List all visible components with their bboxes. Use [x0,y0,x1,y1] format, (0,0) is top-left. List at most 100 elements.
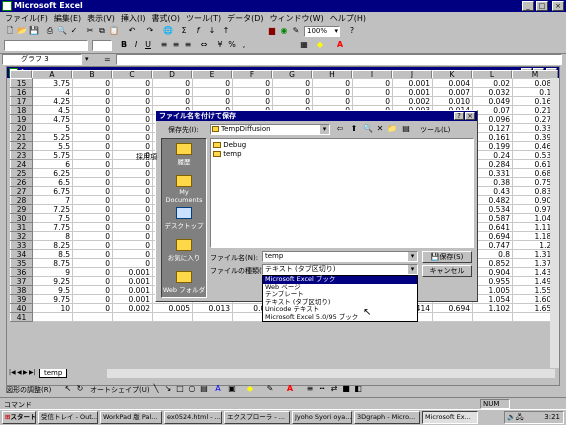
cell[interactable]: 4.5 [32,105,73,115]
cell[interactable]: 0.013 [192,303,233,313]
underline-icon[interactable]: U [142,39,154,51]
cell[interactable]: 8.75 [32,258,73,268]
row-header[interactable]: 41 [10,312,33,322]
cell[interactable]: 5 [32,123,73,133]
redo-icon[interactable]: ↷ [144,25,156,37]
line-icon[interactable]: ╲ [150,383,162,395]
cell[interactable]: 0 [112,195,153,205]
cell[interactable]: 0 [72,276,113,286]
align-center-icon[interactable]: ≡ [170,39,182,51]
cell[interactable]: 0 [72,231,113,241]
font-select[interactable] [4,40,88,51]
cell[interactable]: 0.001 [112,285,153,295]
cancel-button[interactable]: キャンセル [422,265,472,277]
row-header[interactable]: 24 [10,159,33,169]
cell[interactable]: 0 [112,186,153,196]
cell[interactable]: 0.032 [472,87,513,97]
cell[interactable] [152,312,193,322]
cell[interactable]: 0 [72,195,113,205]
cell[interactable]: 4.75 [32,114,73,124]
cell[interactable]: 6.25 [32,168,73,178]
cell[interactable]: 0 [72,150,113,160]
draw-menu[interactable]: 図形の調整(R) [6,385,51,395]
cell[interactable]: 0.010 [432,96,473,106]
menu-item-4[interactable]: 書式(O) [148,13,183,25]
row-header[interactable]: 39 [10,294,33,304]
cell[interactable] [32,312,73,322]
cell[interactable]: 9.25 [32,276,73,286]
cell[interactable]: 6.75 [32,186,73,196]
cell[interactable]: 0.587 [472,213,513,223]
menu-item-2[interactable]: 表示(V) [84,13,118,25]
italic-icon[interactable]: I [130,39,142,51]
cell[interactable]: 6 [32,159,73,169]
menu-item-1[interactable]: 編集(E) [51,13,84,25]
cell[interactable]: 0.096 [472,114,513,124]
cell[interactable] [432,312,473,322]
cell[interactable]: 0 [72,132,113,142]
cell[interactable]: 8.25 [32,240,73,250]
row-header[interactable]: 20 [10,123,33,133]
taskbar-item-3[interactable]: エクスプローラ - ... [224,411,290,424]
cell[interactable]: 0.43 [472,186,513,196]
textbox-icon[interactable]: ▤ [198,383,210,395]
row-header[interactable]: 21 [10,132,33,142]
cell[interactable]: 0.24 [472,150,513,160]
select-objects-icon[interactable]: ↖ [62,383,74,395]
menu-item-8[interactable]: ヘルプ(H) [327,13,369,25]
cell[interactable]: 0.004 [432,78,473,88]
sort-desc-icon[interactable]: ↑ [220,25,232,37]
cell[interactable]: 0.007 [432,87,473,97]
cell[interactable]: 0 [112,132,153,142]
cell[interactable]: 5.75 [32,150,73,160]
cell[interactable]: 0 [312,87,353,97]
menu-item-5[interactable]: ツール(T) [183,13,224,25]
menu-item-6[interactable]: データ(D) [224,13,266,25]
taskbar-item-6[interactable]: Microsoft Ex... [422,411,478,424]
cell[interactable]: 0 [72,204,113,214]
row-header[interactable]: 23 [10,150,33,160]
menu-item-7[interactable]: ウィンドウ(W) [267,13,327,25]
cell[interactable]: 0 [72,123,113,133]
row-header[interactable]: 38 [10,285,33,295]
arrow-icon[interactable]: ↘ [162,383,174,395]
cell[interactable] [72,312,113,322]
cell[interactable]: 0.38 [472,177,513,187]
cell[interactable]: 0 [112,222,153,232]
row-header[interactable]: 16 [10,87,33,97]
cell[interactable]: 7.5 [32,213,73,223]
dash-style-icon[interactable]: ┅ [316,383,328,395]
taskbar-item-4[interactable]: Jyoho Syori oya... [292,411,352,424]
filename-input[interactable]: temp ▾ [262,251,418,262]
percent-icon[interactable]: % [226,39,238,51]
cell[interactable]: 0 [72,114,113,124]
cell[interactable]: 0 [232,87,273,97]
cell[interactable]: 0.534 [472,204,513,214]
cell[interactable]: 0 [112,105,153,115]
cell[interactable]: 0 [72,78,113,88]
cell[interactable]: 0 [72,267,113,277]
cell[interactable]: 0 [72,303,113,313]
shadow-icon[interactable]: ■ [340,383,352,395]
cell[interactable]: 0 [72,141,113,151]
delete-icon[interactable]: ✕ [374,123,386,135]
cell[interactable]: 0.002 [392,96,433,106]
horizontal-scrollbar[interactable] [107,369,555,378]
cell[interactable] [192,312,233,322]
cell[interactable]: 4 [32,87,73,97]
cell[interactable]: 0 [72,105,113,115]
cell[interactable]: 0 [112,204,153,214]
cell[interactable]: 0.005 [152,303,193,313]
row-header[interactable]: 30 [10,213,33,223]
cell[interactable]: 0.001 [392,87,433,97]
tools-menu[interactable]: ツール(L) [420,125,450,135]
row-header[interactable]: 18 [10,105,33,115]
sort-asc-icon[interactable]: ↓ [206,25,218,37]
cell[interactable]: 0.001 [112,267,153,277]
cell[interactable]: 0.747 [472,240,513,250]
cell[interactable]: 0 [232,78,273,88]
cell[interactable]: 0.284 [472,159,513,169]
cell[interactable]: 0.001 [392,78,433,88]
cell[interactable]: 0 [112,78,153,88]
filetype-option-excel95[interactable]: Microsoft Excel 5.0/95 ブック [263,313,417,322]
